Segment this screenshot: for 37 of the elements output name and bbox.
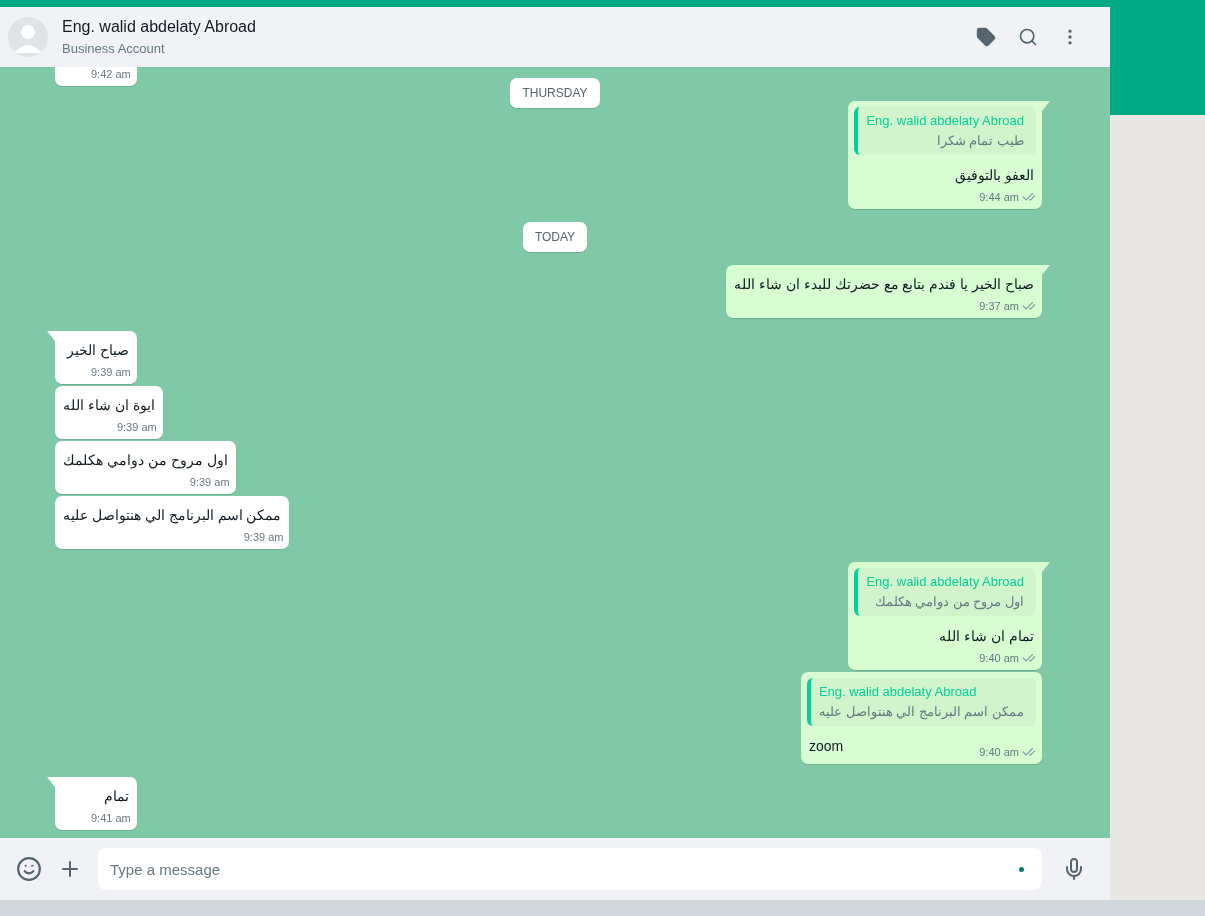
contact-subtitle: Business Account — [62, 40, 166, 59]
message-text: ايوة ان شاء الله — [62, 396, 156, 416]
label-icon[interactable] — [976, 27, 996, 47]
message-time: 9:40 am — [979, 651, 1019, 665]
message-time: 9:39 am — [243, 530, 284, 544]
message-text: zoom — [807, 737, 845, 756]
message-input[interactable]: Type a message — [98, 848, 1042, 890]
message-time: 9:39 am — [91, 365, 131, 379]
message-time: 9:39 am — [116, 420, 157, 434]
message-text: اول مروح من دوامي هكلمك — [62, 451, 229, 471]
date-chip: TODAY — [522, 222, 588, 252]
quote-text: طيب تمام شكرا — [935, 132, 1024, 151]
message-text: العفو بالتوفيق — [954, 166, 1035, 186]
double-check-icon — [1022, 190, 1036, 204]
message-time: 9:44 am — [979, 190, 1019, 204]
message-text: صباح الخير — [65, 341, 130, 361]
quote-author: Eng. walid abdelaty Abroad — [818, 683, 978, 701]
message-time: 9:37 am — [979, 299, 1019, 313]
double-check-icon — [1022, 299, 1036, 313]
double-check-icon — [1022, 651, 1036, 665]
search-icon[interactable] — [1018, 27, 1038, 47]
message-text: تمام ان شاء الله — [938, 627, 1035, 647]
quote-text: اول مروح من دوامي هكلمك — [873, 593, 1024, 612]
double-check-icon — [1022, 745, 1036, 759]
message-text: صباح الخير يا فندم بتابع مع حضرتك للبدء ان شاء الله — [733, 275, 1035, 295]
quote-text: ممكن اسم البرنامج الي هنتواصل عليه — [818, 703, 1024, 722]
contact-name[interactable]: Eng. walid abdelaty Abroad — [62, 15, 962, 40]
message-text: ممكن اسم البرنامج الي هنتواصل عليه — [62, 506, 283, 526]
message-time: 9:41 am — [91, 811, 131, 825]
message-time: 9:39 am — [189, 475, 230, 489]
quote-author: Eng. walid abdelaty Abroad — [866, 112, 1024, 130]
emoji-icon[interactable] — [16, 856, 42, 882]
message-time: 9:42 am — [91, 67, 131, 81]
quote-author: Eng. walid abdelaty Abroad — [866, 573, 1024, 591]
message-time: 9:40 am — [979, 745, 1019, 759]
message-text: تمام — [102, 787, 130, 807]
date-chip: THURSDAY — [510, 78, 600, 108]
